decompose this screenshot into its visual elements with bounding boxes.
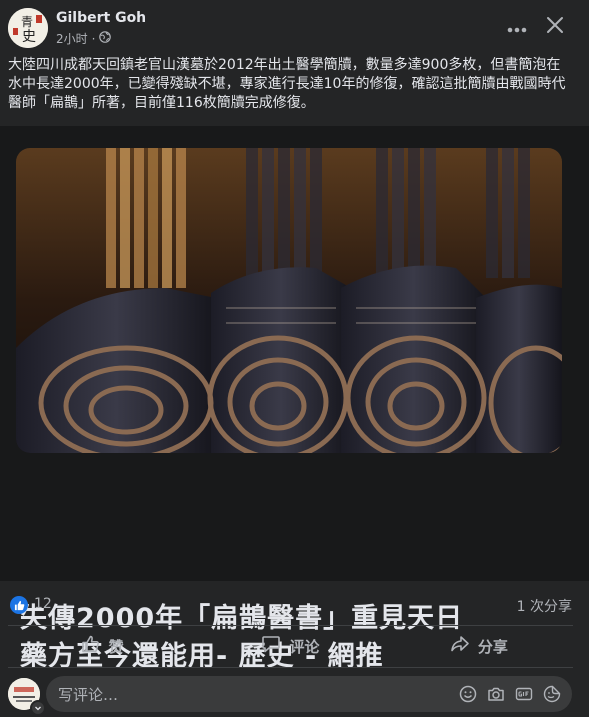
close-icon — [546, 16, 564, 38]
camera-icon[interactable] — [486, 684, 506, 704]
card-image[interactable] — [16, 148, 562, 453]
author-avatar[interactable]: 青 史 — [8, 8, 48, 48]
share-count[interactable]: 1 次分享 — [517, 596, 572, 616]
like-button[interactable]: 赞 — [8, 627, 196, 665]
share-icon — [450, 634, 470, 658]
post-time[interactable]: 2小时 — [56, 30, 88, 47]
svg-text:史: 史 — [22, 29, 36, 45]
meta-separator: · — [91, 31, 96, 46]
like-reaction-icon[interactable] — [10, 596, 28, 614]
emoji-icon[interactable] — [458, 684, 478, 704]
post-stats: 12 1 次分享 — [0, 588, 589, 622]
chevron-down-icon[interactable] — [30, 700, 46, 716]
comment-label: 评论 — [289, 637, 320, 656]
comment-icon — [261, 634, 281, 658]
comment-placeholder: 写评论… — [58, 685, 119, 704]
more-options-button[interactable] — [500, 10, 534, 44]
post-text: 大陸四川成都天回鎮老官山漢墓於2012年出土醫學簡牘，數量多達900多枚，但書簡… — [8, 57, 566, 111]
link-preview-card[interactable]: 失傳2000年「扁鵲醫書」重見天日 藥方至今還能用- 歷史 - 網推 — [0, 126, 589, 672]
sticker-icon[interactable] — [542, 684, 562, 704]
divider — [8, 667, 573, 668]
comment-input[interactable]: 写评论… — [46, 676, 572, 712]
post-meta: 2小时 · — [56, 30, 112, 47]
share-button[interactable]: 分享 — [385, 627, 573, 665]
close-button[interactable] — [538, 10, 572, 44]
svg-text:青: 青 — [21, 15, 33, 29]
thumbs-up-icon — [81, 634, 101, 658]
share-label: 分享 — [477, 637, 508, 656]
post-actions: 赞 评论 分享 — [8, 627, 573, 665]
comment-button[interactable]: 评论 — [196, 627, 384, 665]
like-count[interactable]: 12 — [34, 596, 52, 612]
more-icon — [507, 18, 527, 37]
like-label: 赞 — [108, 637, 124, 656]
globe-icon — [99, 31, 112, 46]
gif-icon[interactable] — [514, 684, 534, 704]
comment-row: 写评论… — [0, 672, 589, 717]
divider — [8, 625, 573, 626]
comment-tools — [458, 684, 562, 704]
post-header: 青 史 Gilbert Goh 2小时 · — [0, 0, 589, 56]
author-name[interactable]: Gilbert Goh — [56, 10, 146, 26]
